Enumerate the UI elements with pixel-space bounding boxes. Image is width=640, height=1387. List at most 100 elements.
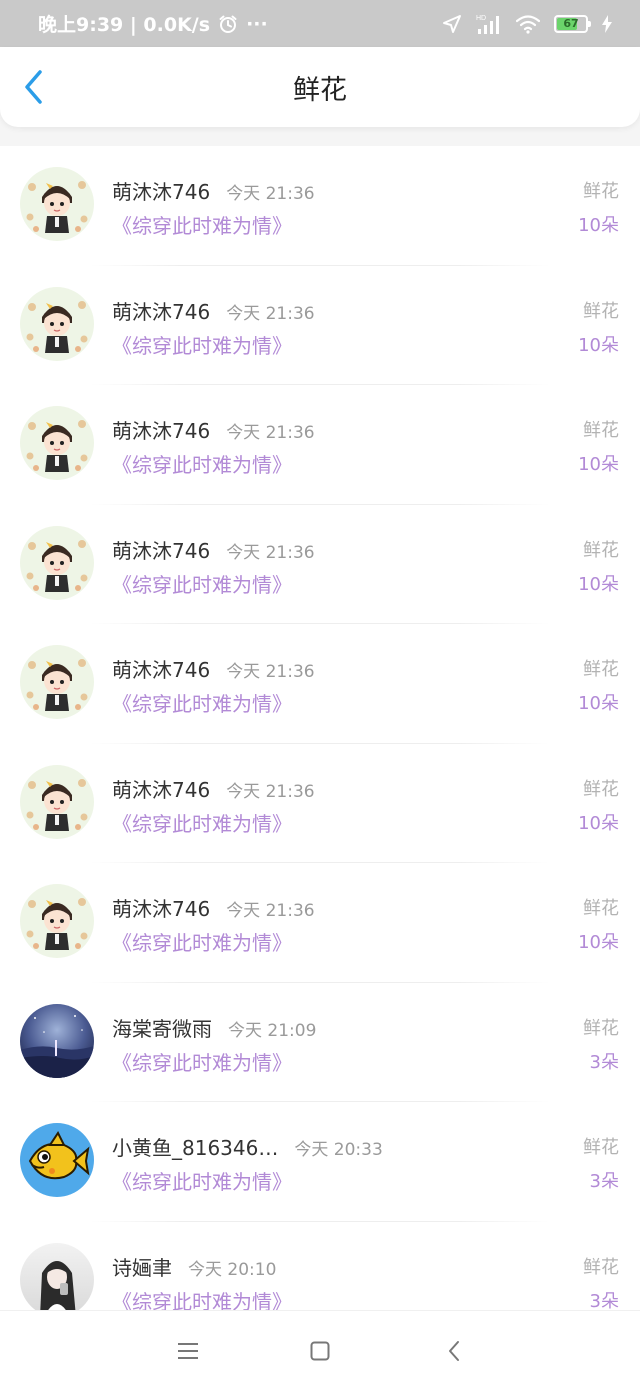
location-icon xyxy=(442,14,462,34)
wifi-icon xyxy=(516,14,540,34)
alarm-icon xyxy=(218,14,238,34)
sender-name: 萌沐沐746 今天 21:36 xyxy=(112,176,315,205)
home-square-icon xyxy=(310,1341,330,1361)
sender-name: 萌沐沐746 今天 21:36 xyxy=(112,296,315,325)
gift-type: 鲜花 xyxy=(583,1137,619,1158)
battery-level: 67 xyxy=(563,17,579,30)
timestamp: 今天 21:36 xyxy=(226,423,315,443)
svg-text:HD: HD xyxy=(476,15,486,22)
book-title[interactable]: 《综穿此时难为情》 xyxy=(112,569,292,598)
avatar-chibi-image xyxy=(20,167,94,241)
timestamp: 今天 21:36 xyxy=(226,781,315,802)
timestamp: 今天 21:09 xyxy=(228,1020,317,1041)
timestamp: 今天 21:36 xyxy=(226,184,315,204)
book-title[interactable]: 《综穿此时难为情》 xyxy=(112,1166,292,1195)
avatar[interactable] xyxy=(20,1003,94,1078)
avatar[interactable] xyxy=(20,525,94,600)
gift-record-row[interactable]: 诗婳聿 今天 20:10 《综穿此时难为情》 鲜花 3朵 xyxy=(0,1222,640,1311)
gift-type: 鲜花 xyxy=(583,1017,619,1039)
avatar-chibi-image xyxy=(20,406,94,480)
gift-type: 鲜花 xyxy=(583,539,619,561)
sender-name-text: 萌沐沐746 xyxy=(112,897,211,921)
more-notifications-icon: ··· xyxy=(246,12,268,35)
signal-icon: HD xyxy=(476,13,502,35)
avatar-chibi-image xyxy=(20,884,94,958)
book-title[interactable]: 《综穿此时难为情》 xyxy=(112,808,292,837)
gift-type: 鲜花 xyxy=(583,420,619,441)
avatar-chibi-image xyxy=(20,525,94,600)
sender-name-text: 海棠寄微雨 xyxy=(112,1016,212,1041)
sender-name-text: 萌沐沐746 xyxy=(112,419,211,443)
avatar[interactable] xyxy=(20,286,94,361)
book-title[interactable]: 《综穿此时难为情》 xyxy=(112,1047,292,1076)
avatar-chibi-image xyxy=(20,286,94,361)
gift-type: 鲜花 xyxy=(583,300,619,322)
avatar-chibi-image xyxy=(20,764,94,839)
book-title[interactable]: 《综穿此时难为情》 xyxy=(112,449,292,478)
system-back-button[interactable] xyxy=(434,1331,474,1371)
page-title: 鲜花 xyxy=(293,74,347,106)
back-triangle-icon xyxy=(449,1341,459,1361)
avatar[interactable] xyxy=(20,764,94,839)
timestamp: 今天 20:33 xyxy=(294,1140,383,1160)
menu-button[interactable] xyxy=(168,1331,208,1371)
gift-count: 3朵 xyxy=(589,1171,619,1192)
status-left: 晚上9:39 | 0.0K/s ··· xyxy=(38,0,268,47)
avatar[interactable] xyxy=(20,645,94,719)
gift-count: 10朵 xyxy=(578,334,619,356)
avatar[interactable] xyxy=(20,167,94,241)
avatar-chibi-image xyxy=(20,645,94,719)
gift-record-row[interactable]: 海棠寄微雨 今天 21:09 《综穿此时难为情》 鲜花 3朵 xyxy=(0,983,640,1102)
gift-count: 10朵 xyxy=(578,693,619,714)
sender-name: 萌沐沐746 今天 21:36 xyxy=(112,774,315,803)
header: 鲜花 xyxy=(0,47,640,127)
avatar[interactable] xyxy=(20,406,94,480)
timestamp: 今天 21:36 xyxy=(226,901,315,921)
sender-name-text: 萌沐沐746 xyxy=(112,180,211,204)
sender-name-text: 小黄鱼_816346… xyxy=(112,1136,279,1160)
gift-record-row[interactable]: 萌沐沐746 今天 21:36 《综穿此时难为情》 鲜花 10朵 xyxy=(0,385,640,505)
sender-name: 萌沐沐746 今天 21:36 xyxy=(112,415,315,444)
gift-record-row[interactable]: 萌沐沐746 今天 21:36 《综穿此时难为情》 鲜花 10朵 xyxy=(0,505,640,624)
sender-name-text: 萌沐沐746 xyxy=(112,658,211,682)
sender-name: 海棠寄微雨 今天 21:09 xyxy=(112,1013,316,1042)
gift-record-row[interactable]: 萌沐沐746 今天 21:36 《综穿此时难为情》 鲜花 10朵 xyxy=(0,266,640,385)
book-title[interactable]: 《综穿此时难为情》 xyxy=(112,927,292,956)
book-title[interactable]: 《综穿此时难为情》 xyxy=(112,1286,292,1311)
gift-count: 10朵 xyxy=(578,454,619,475)
gift-count: 10朵 xyxy=(578,932,619,953)
gift-record-row[interactable]: 萌沐沐746 今天 21:36 《综穿此时难为情》 鲜花 10朵 xyxy=(0,863,640,983)
status-right: HD 67 xyxy=(442,0,612,47)
gift-count: 10朵 xyxy=(578,215,619,236)
gift-list: 萌沐沐746 今天 21:36 《综穿此时难为情》 鲜花 10朵 萌沐沐746 今天 21:… xyxy=(0,146,640,1310)
gift-count: 10朵 xyxy=(578,573,619,595)
home-button[interactable] xyxy=(300,1331,340,1371)
system-nav-bar xyxy=(0,1310,640,1387)
avatar-night-image xyxy=(20,1003,94,1078)
timestamp: 今天 20:10 xyxy=(188,1259,277,1280)
avatar[interactable] xyxy=(20,1123,94,1197)
gift-record-row[interactable]: 萌沐沐746 今天 21:36 《综穿此时难为情》 鲜花 10朵 xyxy=(0,744,640,863)
sender-name-text: 萌沐沐746 xyxy=(112,299,211,324)
sender-name: 萌沐沐746 今天 21:36 xyxy=(112,535,315,564)
avatar-fish-image xyxy=(20,1123,94,1197)
gift-type: 鲜花 xyxy=(583,778,619,800)
avatar[interactable] xyxy=(20,884,94,958)
gift-record-row[interactable]: 萌沐沐746 今天 21:36 《综穿此时难为情》 鲜花 10朵 xyxy=(0,146,640,266)
book-title[interactable]: 《综穿此时难为情》 xyxy=(112,688,292,717)
timestamp: 今天 21:36 xyxy=(226,303,315,324)
sender-name-text: 诗婳聿 xyxy=(112,1255,172,1280)
gift-type: 鲜花 xyxy=(583,181,619,202)
avatar[interactable] xyxy=(20,1242,94,1310)
gift-record-row[interactable]: 小黄鱼_816346… 今天 20:33 《综穿此时难为情》 鲜花 3朵 xyxy=(0,1102,640,1222)
sender-name: 萌沐沐746 今天 21:36 xyxy=(112,893,315,922)
gift-type: 鲜花 xyxy=(583,659,619,680)
timestamp: 今天 21:36 xyxy=(226,542,315,563)
book-title[interactable]: 《综穿此时难为情》 xyxy=(112,210,292,239)
gift-type: 鲜花 xyxy=(583,898,619,919)
book-title[interactable]: 《综穿此时难为情》 xyxy=(112,330,292,359)
sender-name: 诗婳聿 今天 20:10 xyxy=(112,1252,276,1281)
gift-record-row[interactable]: 萌沐沐746 今天 21:36 《综穿此时难为情》 鲜花 10朵 xyxy=(0,624,640,744)
status-time: 晚上9:39 | 0.0K/s xyxy=(38,14,211,36)
sender-name: 小黄鱼_816346… 今天 20:33 xyxy=(112,1132,383,1161)
